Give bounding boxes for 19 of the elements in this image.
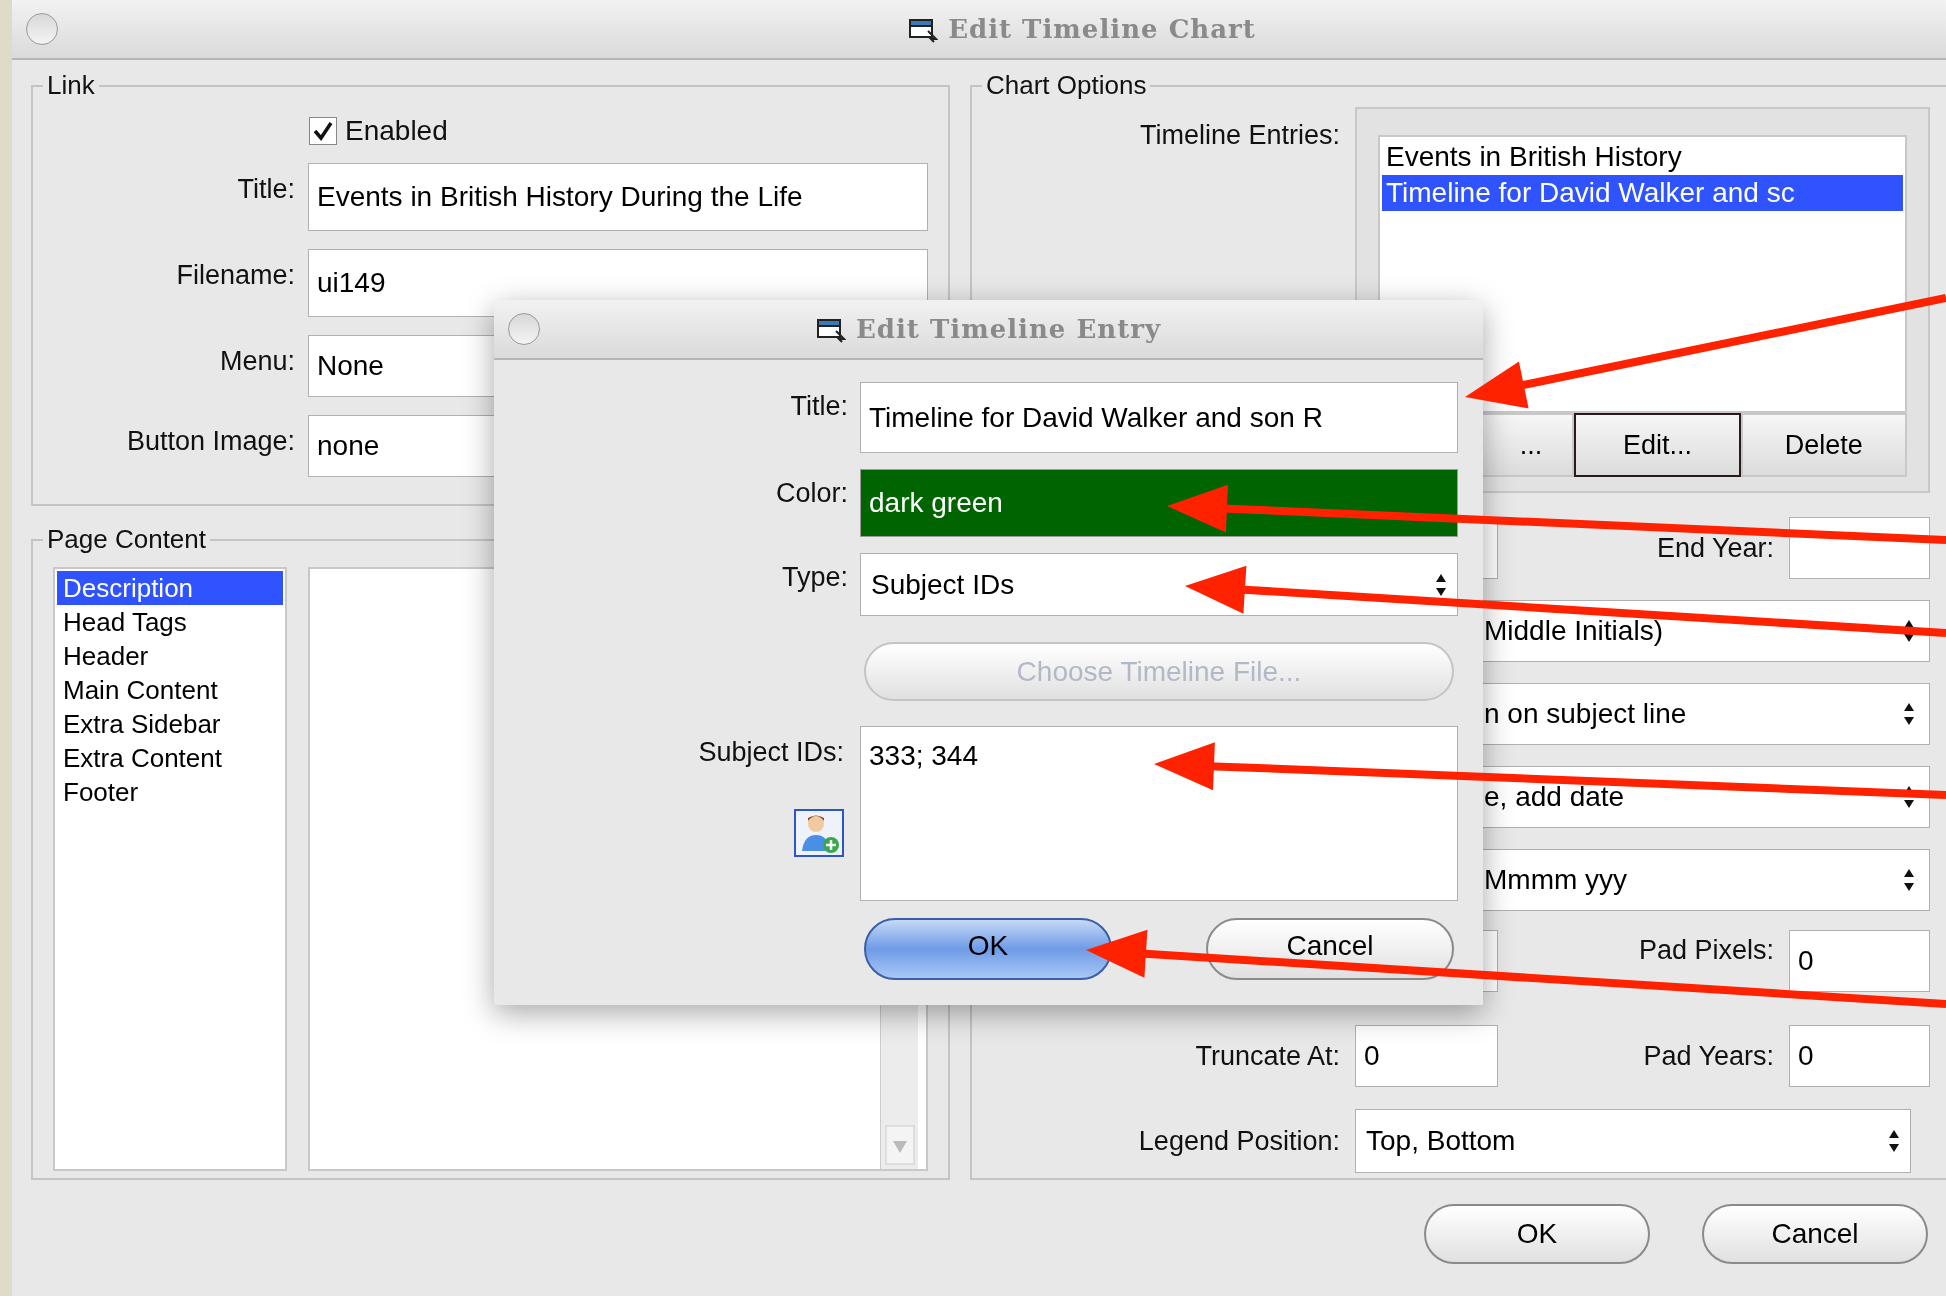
window-title: Edit Timeline Chart [948, 12, 1256, 46]
checkbox-label: Enabled [345, 114, 448, 148]
field-label: Subject IDs: [698, 736, 844, 769]
field-label: Color: [775, 477, 848, 510]
field-label: Timeline Entries: [1139, 119, 1340, 152]
field-label: Truncate At: [1195, 1039, 1340, 1073]
field-label: Pad Pixels: [1638, 934, 1774, 967]
group-title: Page Content [47, 524, 206, 554]
field-label: Type: [781, 561, 848, 594]
field-label: Pad Years: [1643, 1039, 1774, 1073]
field-label: Title: [790, 390, 848, 423]
field-label: Legend Position: [1138, 1124, 1340, 1158]
field-label: End Year: [1656, 531, 1774, 565]
group-title: Link [47, 70, 95, 100]
group-title: Chart Options [986, 70, 1147, 100]
field-label: Button Image: [126, 425, 295, 458]
field-label: Menu: [219, 345, 295, 378]
field-label: Title: [237, 173, 295, 206]
field-label: Filename: [176, 259, 295, 292]
